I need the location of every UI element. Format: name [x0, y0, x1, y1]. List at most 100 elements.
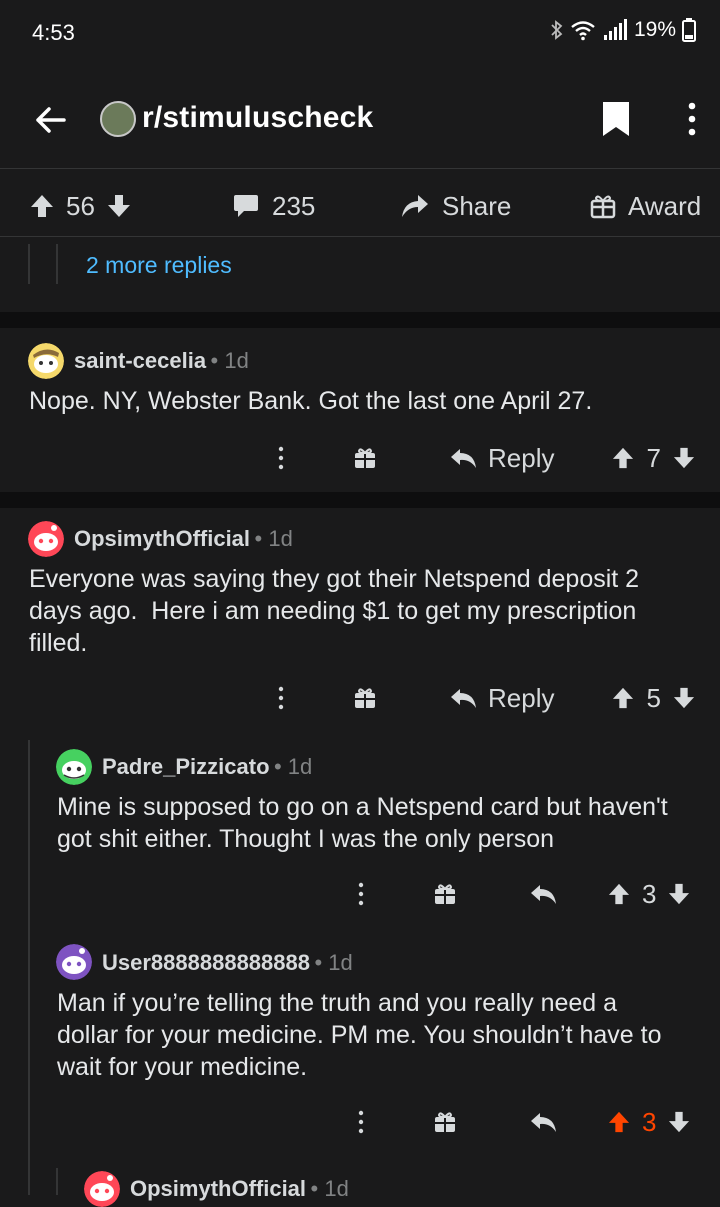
thread-line	[56, 1168, 58, 1195]
gift-icon	[355, 688, 375, 708]
downvote-arrow-icon[interactable]	[668, 882, 690, 906]
thread-line	[28, 740, 30, 1195]
comment-award-button[interactable]	[434, 1111, 456, 1133]
more-replies-link[interactable]: 2 more replies	[86, 252, 232, 279]
gift-icon	[355, 448, 375, 468]
comment-username[interactable]: saint-cecelia	[74, 348, 206, 373]
comment-body: Mine is supposed to go on a Netspend car…	[57, 791, 668, 855]
comment-vote-group: 5	[612, 682, 695, 714]
comment-vote-group: 3	[608, 1107, 690, 1138]
status-time: 4:53	[32, 20, 75, 45]
comment-body-line: Man if you’re telling the truth and you …	[57, 989, 618, 1017]
subreddit-avatar[interactable]	[100, 101, 136, 137]
downvote-arrow-icon[interactable]	[673, 446, 695, 470]
reply-button[interactable]	[530, 883, 558, 905]
bookmark-icon	[603, 102, 629, 136]
comment-toolbar: 3	[350, 1102, 690, 1142]
reply-button[interactable]: Reply	[450, 683, 554, 714]
comment-award-button[interactable]	[354, 447, 376, 469]
comment-more-button[interactable]	[350, 1107, 372, 1137]
gift-icon	[435, 884, 455, 904]
snoo-avatar-icon	[84, 1171, 120, 1207]
battery-icon	[682, 18, 696, 42]
overflow-menu-button[interactable]	[684, 101, 700, 137]
reply-label: Reply	[488, 682, 555, 713]
arrow-left-icon	[36, 107, 66, 133]
reply-arrow-icon	[451, 449, 476, 468]
comment-vote-group: 7	[612, 442, 695, 474]
thread-line	[56, 244, 58, 284]
meta-separator: •	[254, 526, 269, 551]
divider	[0, 236, 720, 237]
reply-button[interactable]: Reply	[450, 443, 554, 474]
reply-button[interactable]	[530, 1111, 558, 1133]
meta-separator: •	[310, 1176, 325, 1201]
avatar[interactable]	[28, 521, 64, 557]
comment-header: User8888888888888 • 1d	[102, 950, 353, 976]
bluetooth-icon	[550, 19, 564, 41]
avatar[interactable]	[28, 343, 64, 379]
comment-award-button[interactable]	[434, 883, 456, 905]
comment-score: 5	[646, 682, 661, 713]
comment-username[interactable]: User8888888888888	[102, 950, 310, 975]
downvote-arrow-icon[interactable]	[673, 686, 695, 710]
comment-more-button[interactable]	[270, 683, 292, 713]
more-vertical-icon	[358, 1110, 364, 1134]
reply-arrow-icon	[451, 689, 476, 708]
bookmark-button[interactable]	[600, 100, 632, 138]
battery-percent: 19%	[633, 18, 676, 41]
comment-toolbar: Reply 5	[270, 678, 695, 718]
reply-arrow-icon	[531, 885, 556, 904]
comment-more-button[interactable]	[350, 879, 372, 909]
divider	[0, 168, 720, 169]
downvote-arrow-icon[interactable]	[668, 1110, 690, 1134]
more-vertical-icon	[278, 686, 284, 710]
avatar[interactable]	[84, 1171, 120, 1207]
comment-age: 1d	[268, 526, 293, 551]
share-button[interactable]: Share	[400, 186, 511, 226]
award-button[interactable]: Award	[590, 186, 701, 226]
share-arrow-icon	[402, 195, 428, 217]
comment-score: 7	[646, 442, 661, 473]
comment-award-button[interactable]	[354, 687, 376, 709]
comment-body: Everyone was saying they got their Netsp…	[29, 563, 639, 659]
comment-body-line: Mine is supposed to go on a Netspend car…	[57, 793, 668, 821]
share-label: Share	[442, 190, 512, 221]
comment-body-line: Everyone was saying they got their Netsp…	[29, 565, 640, 593]
signal-icon	[602, 19, 628, 41]
more-vertical-icon	[358, 882, 364, 906]
comment-body-line: dollar for your medicine. PM me. You sho…	[57, 1021, 662, 1049]
upvote-arrow-icon[interactable]	[608, 882, 630, 906]
comment-score: 3	[642, 878, 657, 909]
comment-bubble-icon	[234, 195, 258, 217]
comment-header: OpsimythOfficial • 1d	[130, 1176, 349, 1202]
snoo-avatar-icon	[56, 749, 92, 785]
upvote-arrow-icon[interactable]	[612, 686, 634, 710]
comment-header: OpsimythOfficial • 1d	[74, 526, 293, 552]
upvote-arrow-icon[interactable]	[612, 446, 634, 470]
upvote-button[interactable]	[30, 193, 54, 219]
comment-body-line: days ago. Here i am needing $1 to get my…	[29, 597, 637, 625]
avatar[interactable]	[56, 944, 92, 980]
downvote-button[interactable]	[107, 193, 131, 219]
reply-arrow-icon	[531, 1113, 556, 1132]
back-button[interactable]	[30, 100, 70, 140]
comment-more-button[interactable]	[270, 443, 292, 473]
comment-username[interactable]: Padre_Pizzicato	[102, 754, 270, 779]
avatar[interactable]	[56, 749, 92, 785]
comment-count: 235	[272, 190, 316, 221]
comments-button[interactable]: 235	[232, 186, 315, 226]
comment-separator	[0, 312, 720, 328]
comment-age: 1d	[224, 348, 249, 373]
downvote-arrow-icon	[107, 195, 130, 217]
snoo-avatar-icon	[56, 944, 92, 980]
subreddit-name[interactable]: r/stimuluscheck	[142, 101, 373, 135]
award-label: Award	[628, 190, 702, 221]
comment-separator	[0, 492, 720, 508]
post-vote-group: 56	[30, 186, 131, 226]
comment-username[interactable]: OpsimythOfficial	[130, 1176, 306, 1201]
comment-toolbar: 3	[350, 874, 690, 914]
comment-body: Man if you’re telling the truth and you …	[57, 987, 662, 1083]
comment-username[interactable]: OpsimythOfficial	[74, 526, 250, 551]
upvote-arrow-icon[interactable]	[608, 1110, 630, 1134]
